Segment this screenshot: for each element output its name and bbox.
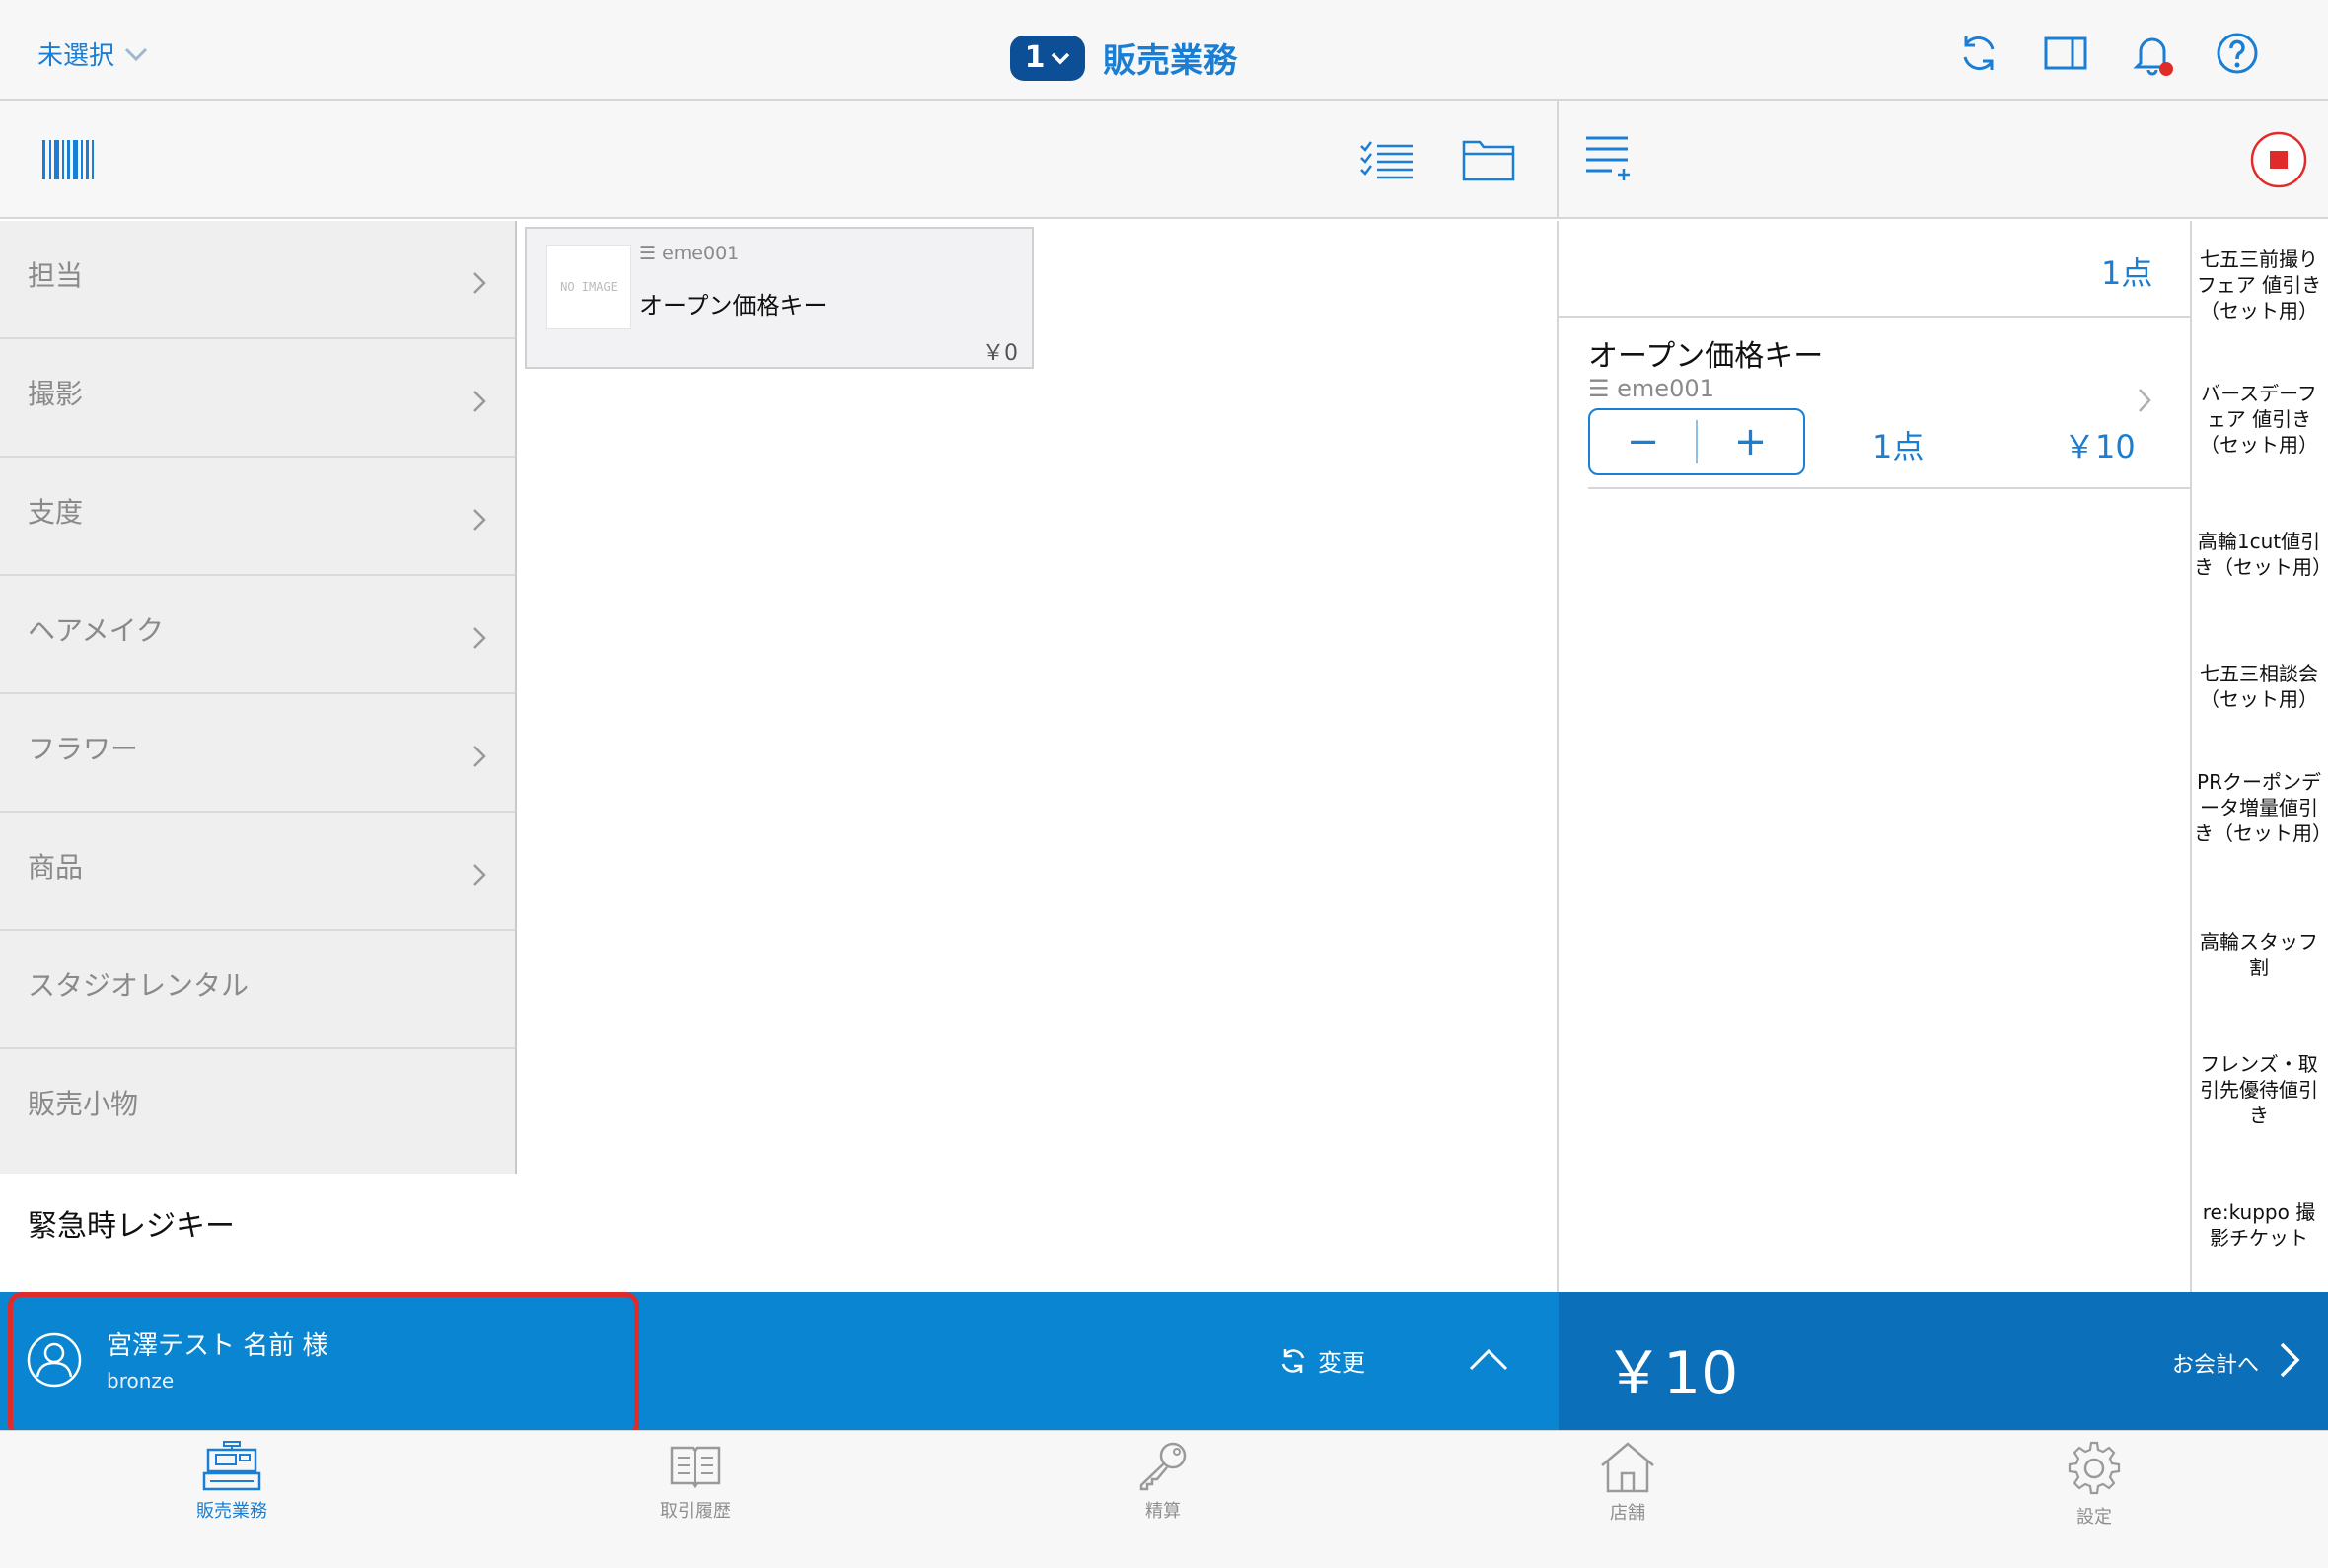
quantity-stepper[interactable]: − + [1588,408,1805,475]
discount-key[interactable]: 七五三前撮りフェア 値引き（セット用） [2194,247,2324,323]
product-toolbar [0,101,1559,219]
category-item[interactable]: 撮影 [0,339,515,458]
product-code: ☰ eme001 [639,243,740,264]
list-icon: ☰ [1588,375,1610,402]
divider [1588,487,2190,489]
product-image-placeholder: NO IMAGE [546,245,631,329]
customer-highlight-box [8,1292,639,1438]
cart-count: 1点 [2101,254,2153,292]
tab-settlement[interactable]: 精算 [1084,1440,1242,1523]
add-list-icon[interactable] [1584,134,1632,183]
category-label: 販売小物 [28,1088,139,1120]
category-label: 撮影 [28,378,84,410]
discount-key[interactable]: PRクーポンデータ増量値引き（セット用） [2194,769,2328,846]
discount-key[interactable]: 高輪スタッフ割 [2194,929,2324,980]
product-price: ￥0 [982,341,1018,366]
chevron-right-icon [473,272,486,294]
register-title: 1 販売業務 [1010,34,1237,82]
discount-key[interactable]: フレンズ・取引先優待値引き [2194,1051,2324,1128]
product-name: オープン価格キー [639,292,828,320]
category-label: 担当 [28,259,84,292]
list-icon: ☰ [639,243,657,264]
tab-label: 店舗 [1610,1503,1645,1524]
cart-item-code: ☰ eme001 [1588,375,1714,402]
register-number: 1 [1024,40,1046,75]
stop-record-icon[interactable] [2249,130,2308,189]
chevron-right-icon [473,509,486,531]
category-item[interactable]: スタジオレンタル [0,931,515,1049]
chevron-right-icon [473,627,486,649]
barcode-icon[interactable] [41,138,95,181]
category-item[interactable]: ヘアメイク [0,576,515,694]
change-customer-label: 変更 [1318,1349,1365,1377]
cart-item-name[interactable]: オープン価格キー [1588,331,1823,375]
help-icon[interactable] [2214,30,2261,77]
staff-selector[interactable]: 未選択 [37,36,148,72]
tab-store[interactable]: 店舗 [1549,1440,1707,1525]
category-item[interactable]: 担当 [0,221,515,339]
decrement-button[interactable]: − [1590,410,1696,473]
category-item[interactable]: 商品 [0,813,515,931]
tab-settings[interactable]: 設定 [2015,1440,2173,1529]
cart-toolbar [1559,101,2328,219]
tab-label: 精算 [1145,1501,1181,1522]
discount-key[interactable]: 七五三相談会（セット用） [2194,661,2324,712]
category-label: スタジオレンタル [28,969,250,1002]
chevron-right-icon[interactable] [2137,387,2152,414]
key-icon [1139,1442,1187,1491]
tab-history[interactable]: 取引履歴 [617,1440,774,1523]
stepper-divider [1696,420,1698,463]
category-item[interactable]: フラワー [0,694,515,813]
split-view-icon[interactable] [2042,30,2089,77]
register-switcher[interactable]: 1 [1010,35,1085,81]
folder-icon[interactable] [1462,136,1515,181]
chevron-right-icon [473,391,486,412]
tab-label: 取引履歴 [660,1501,731,1522]
tab-sales[interactable]: 販売業務 [153,1440,311,1523]
chevron-down-icon [124,47,148,61]
panel-divider [1557,221,1559,1292]
category-item[interactable]: 支度 [0,458,515,576]
category-list: 担当 撮影 支度 ヘアメイク フラワー 商品 スタジオレンタル 販売小物 [0,221,517,1174]
chevron-right-icon [473,864,486,886]
refresh-icon [1281,1348,1305,1373]
category-label: 商品 [28,851,84,884]
chevron-right-icon[interactable] [2279,1341,2300,1379]
notification-bell-icon[interactable] [2129,30,2176,77]
checkout-button[interactable]: お会計へ [2172,1347,2259,1379]
emergency-register-key[interactable]: 緊急時レジキー [28,1201,235,1245]
chevron-down-icon [1052,52,1070,64]
chevron-right-icon [473,746,486,767]
chevron-up-icon[interactable] [1468,1345,1509,1373]
cart-item-price: ￥10 [2064,428,2136,465]
gear-icon [2068,1441,2121,1495]
category-label: フラワー [28,733,139,765]
discount-key[interactable]: バースデーフェア 値引き（セット用） [2194,381,2324,458]
cart-item-quantity: 1点 [1872,428,1925,465]
page-title: 販売業務 [1103,41,1237,81]
register-icon [202,1441,261,1491]
staff-selector-label: 未選択 [37,41,115,71]
divider [1559,316,2190,318]
refresh-icon[interactable] [1955,30,2002,77]
total-amount: ￥10 [1604,1339,1739,1408]
category-label: ヘアメイク [28,614,165,647]
tab-label: 販売業務 [196,1501,267,1522]
change-customer-button[interactable]: 変更 [1278,1343,1365,1378]
discount-key[interactable]: re:kuppo 撮影チケット [2194,1199,2324,1250]
checklist-icon[interactable] [1359,140,1415,179]
category-item[interactable]: 販売小物 [0,1049,515,1168]
discount-key[interactable]: 高輪1cut値引き（セット用） [2194,529,2328,580]
house-icon [1601,1442,1654,1493]
tab-label: 設定 [2076,1507,2112,1528]
category-label: 支度 [28,496,84,529]
book-icon [670,1446,721,1489]
increment-button[interactable]: + [1698,410,1803,473]
